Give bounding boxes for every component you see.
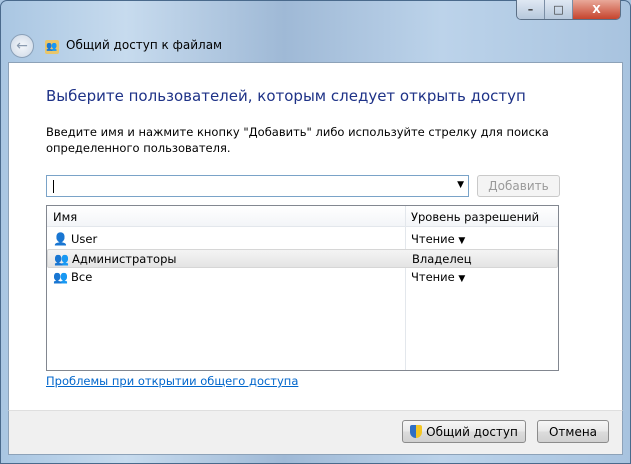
user-name-combobox[interactable]: ▼: [46, 175, 469, 197]
uac-shield-icon: [410, 425, 423, 438]
maximize-button[interactable]: □: [545, 0, 573, 19]
dropdown-arrow-icon[interactable]: ▼: [457, 180, 464, 190]
list-item[interactable]: 👤 User Чтение ▼: [47, 230, 558, 249]
text-caret: [53, 180, 54, 193]
instruction-text: Введите имя и нажмите кнопку "Добавить" …: [46, 125, 549, 155]
add-button[interactable]: Добавить: [477, 175, 560, 197]
dropdown-arrow-icon: ▼: [458, 236, 466, 246]
caption-buttons: – □ X: [516, 0, 621, 20]
cancel-button[interactable]: Отмена: [537, 420, 609, 443]
close-button[interactable]: X: [573, 0, 620, 19]
permission-label: Владелец: [412, 252, 472, 266]
dropdown-arrow-icon: ▼: [458, 274, 466, 284]
column-header-permission[interactable]: Уровень разрешений: [411, 210, 539, 224]
file-sharing-icon: 👥: [45, 40, 59, 54]
list-header: Имя Уровень разрешений: [47, 206, 558, 227]
permission-dropdown[interactable]: Чтение ▼: [411, 270, 465, 284]
permission-label: Чтение: [411, 270, 455, 284]
minimize-button[interactable]: –: [517, 0, 545, 19]
permission-dropdown[interactable]: Чтение ▼: [411, 232, 465, 246]
user-icon: 👤: [53, 232, 68, 246]
user-name: Все: [71, 270, 93, 284]
users-list[interactable]: Имя Уровень разрешений 👤 User Чтение ▼ 👥…: [46, 205, 559, 371]
window-title: Общий доступ к файлам: [66, 38, 223, 52]
sharing-problems-link[interactable]: Проблемы при открытии общего доступа: [46, 374, 298, 388]
footer-bar: [8, 410, 623, 455]
permission-label: Чтение: [411, 232, 455, 246]
user-name: User: [71, 232, 98, 246]
group-icon: 👥: [54, 252, 69, 266]
list-item[interactable]: 👥 Все Чтение ▼: [47, 268, 558, 287]
share-button[interactable]: Общий доступ: [402, 420, 526, 443]
share-button-label: Общий доступ: [426, 424, 518, 439]
list-item[interactable]: 👥 Администраторы Владелец: [47, 249, 558, 268]
user-name: Администраторы: [72, 252, 177, 266]
page-heading: Выберите пользователей, которым следует …: [46, 87, 526, 105]
back-arrow-icon: ←: [16, 38, 28, 54]
column-header-name[interactable]: Имя: [53, 210, 77, 224]
group-icon: 👥: [53, 270, 68, 284]
back-button[interactable]: ←: [10, 34, 34, 58]
